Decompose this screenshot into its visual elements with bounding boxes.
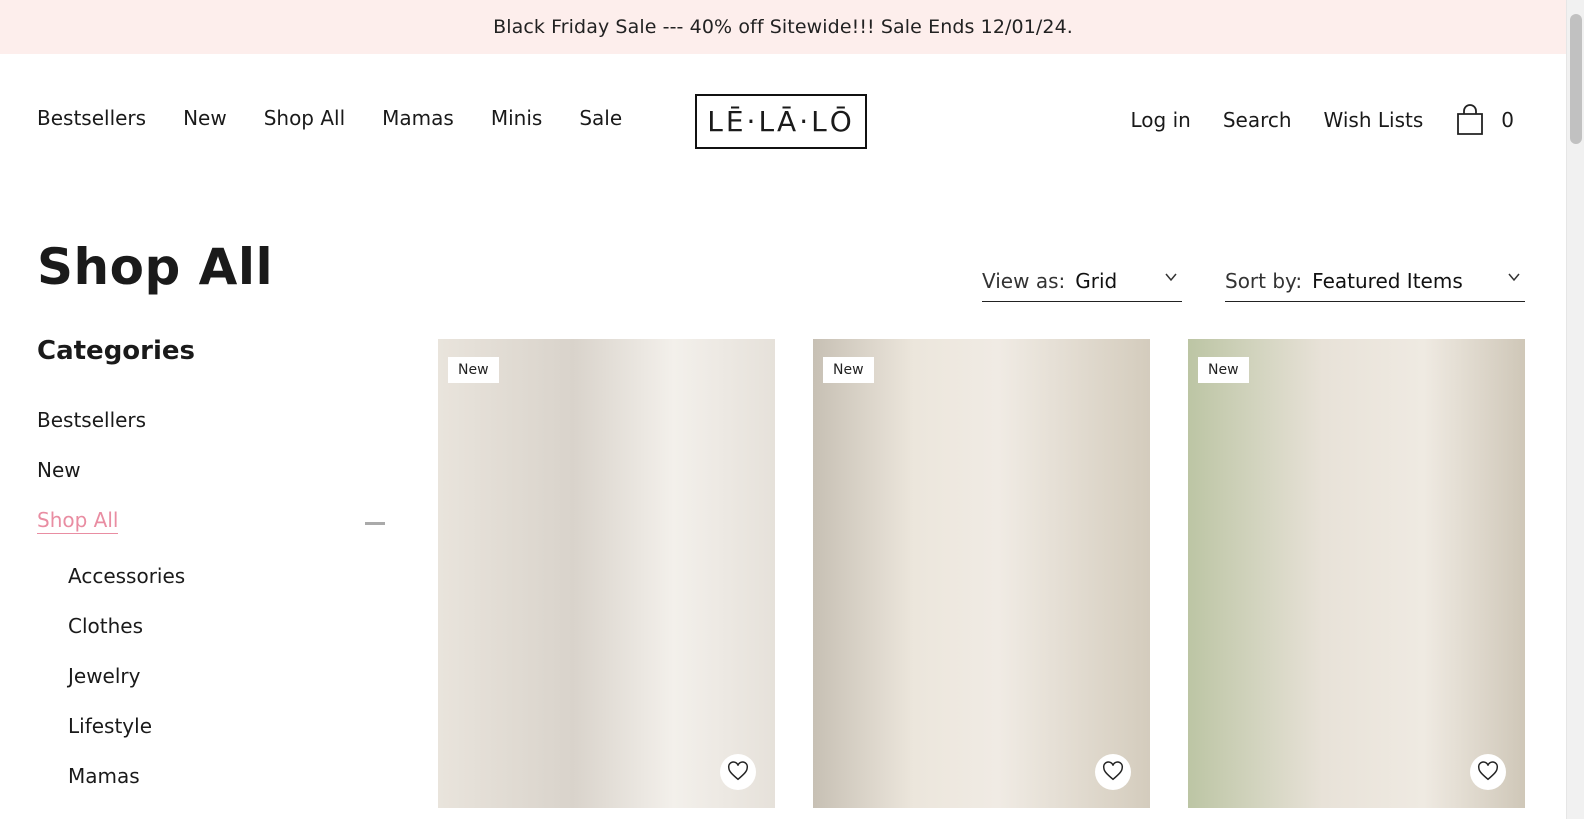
cart-count: 0	[1501, 108, 1514, 132]
subcategory-mamas[interactable]: Mamas	[68, 764, 140, 788]
chevron-down-icon	[1165, 273, 1177, 282]
nav-bestsellers[interactable]: Bestsellers	[37, 106, 146, 130]
sort-by-value: Featured Items	[1312, 268, 1463, 293]
wishlist-button[interactable]	[720, 754, 756, 790]
login-link[interactable]: Log in	[1131, 108, 1191, 132]
category-bestsellers[interactable]: Bestsellers	[37, 408, 146, 432]
subcategory-accessories[interactable]: Accessories	[68, 564, 185, 588]
new-badge: New	[448, 357, 499, 383]
nav-minis[interactable]: Minis	[491, 106, 542, 130]
announcement-bar: Black Friday Sale --- 40% off Sitewide!!…	[0, 0, 1566, 54]
new-badge: New	[823, 357, 874, 383]
site-logo[interactable]: LĒ·LĀ·LŌ	[695, 94, 867, 149]
wishlist-button[interactable]	[1095, 754, 1131, 790]
product-card[interactable]: New	[813, 339, 1150, 808]
categories-title: Categories	[37, 336, 196, 366]
collapse-category-icon[interactable]	[365, 522, 385, 525]
wishlist-button[interactable]	[1470, 754, 1506, 790]
product-card[interactable]: New	[438, 339, 775, 808]
heart-icon	[727, 761, 749, 781]
search-link[interactable]: Search	[1223, 108, 1292, 132]
cart-button[interactable]: 0	[1455, 104, 1514, 136]
view-as-value: Grid	[1075, 268, 1118, 293]
nav-sale[interactable]: Sale	[579, 106, 622, 130]
main-nav: Bestsellers New Shop All Mamas Minis Sal…	[37, 106, 622, 130]
scrollbar-thumb[interactable]	[1570, 14, 1582, 144]
account-nav: Log in Search Wish Lists 0	[1131, 104, 1514, 136]
heart-icon	[1477, 761, 1499, 781]
category-new[interactable]: New	[37, 458, 81, 482]
view-as-select[interactable]: View as: Grid	[982, 260, 1182, 302]
nav-mamas[interactable]: Mamas	[382, 106, 454, 130]
subcategory-lifestyle[interactable]: Lifestyle	[68, 714, 152, 738]
new-badge: New	[1198, 357, 1249, 383]
nav-new[interactable]: New	[183, 106, 227, 130]
shopping-bag-icon	[1457, 104, 1484, 135]
view-as-label: View as:	[982, 268, 1066, 293]
page-scrollbar[interactable]	[1566, 0, 1584, 819]
category-shop-all[interactable]: Shop All	[37, 508, 119, 534]
sort-by-label: Sort by:	[1225, 268, 1303, 293]
sort-by-select[interactable]: Sort by: Featured Items	[1225, 260, 1525, 302]
wishlists-link[interactable]: Wish Lists	[1324, 108, 1424, 132]
subcategory-jewelry[interactable]: Jewelry	[68, 664, 140, 688]
product-card[interactable]: New	[1188, 339, 1525, 808]
site-header: Bestsellers New Shop All Mamas Minis Sal…	[0, 54, 1566, 184]
heart-icon	[1102, 761, 1124, 781]
subcategory-clothes[interactable]: Clothes	[68, 614, 143, 638]
chevron-down-icon	[1508, 273, 1520, 282]
nav-shop-all[interactable]: Shop All	[264, 106, 345, 130]
page-title: Shop All	[37, 238, 274, 296]
